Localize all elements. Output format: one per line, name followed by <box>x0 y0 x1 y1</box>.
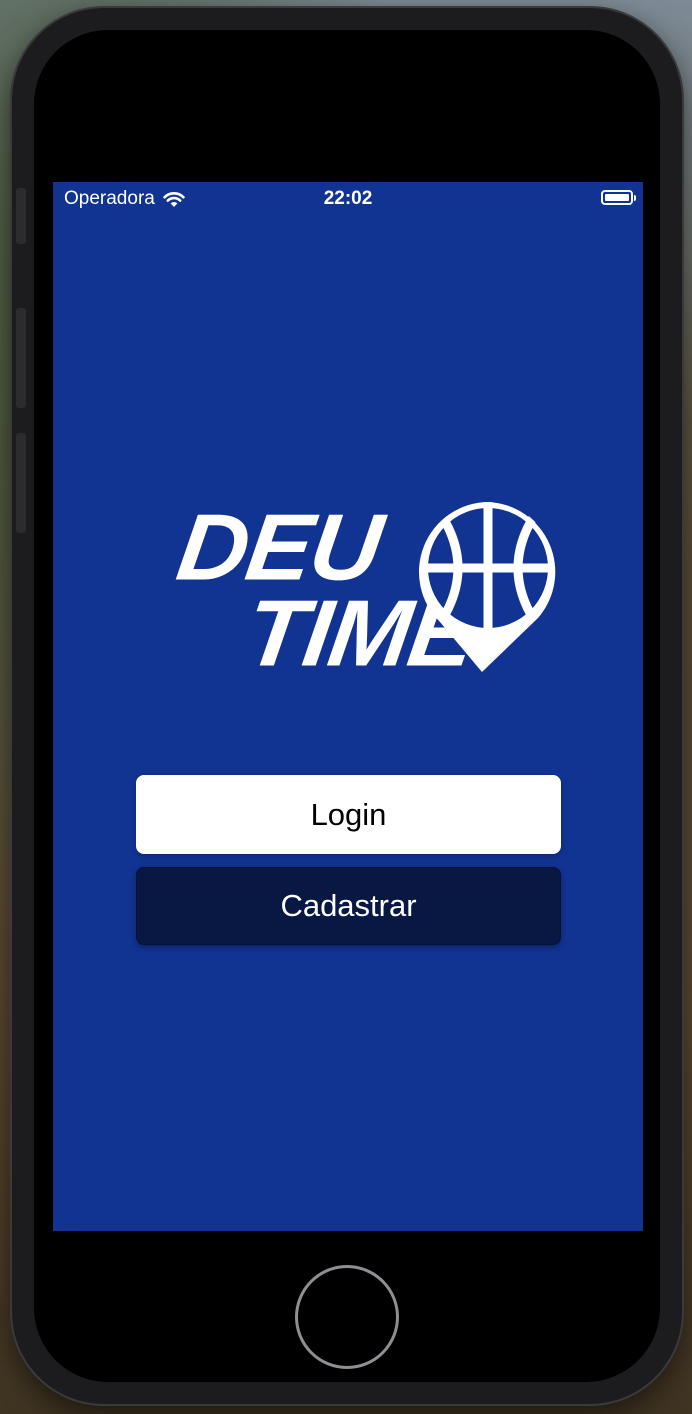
volume-up-button <box>16 308 26 408</box>
home-button[interactable] <box>295 1265 399 1369</box>
app-logo: DEU TIME <box>136 494 566 686</box>
status-time: 22:02 <box>323 188 373 209</box>
volume-down-button <box>16 433 26 533</box>
basketball-pin-icon <box>418 502 556 672</box>
battery-full-icon <box>601 190 636 205</box>
register-button[interactable]: Cadastrar <box>136 867 561 945</box>
app-screen: Operadora 22:02 DEU TIME Login Cadastrar <box>53 182 643 1231</box>
mute-switch <box>16 188 26 244</box>
status-bar: Operadora 22:02 <box>53 182 643 214</box>
login-button[interactable]: Login <box>136 775 561 854</box>
